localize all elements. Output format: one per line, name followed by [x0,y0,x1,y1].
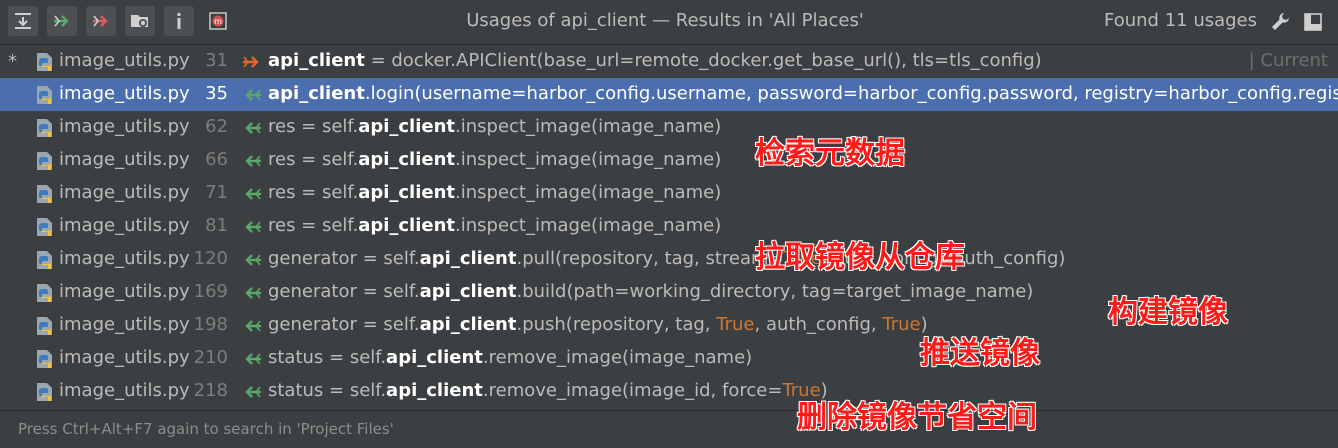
current-label: | Current [1248,50,1328,71]
code-snippet: status = self.api_client.remove_image(im… [268,380,828,401]
python-file-icon [37,119,52,137]
python-file-icon [37,350,52,368]
usage-identifier: api_client [358,116,456,137]
code-snippet: api_client.login(username=harbor_config.… [268,83,1338,104]
usage-count: Found 11 usages [1104,10,1258,31]
read-access-icon [245,353,261,365]
write-access-icon [243,56,259,68]
current-marker: * [8,51,17,72]
group-by-button[interactable] [125,6,155,36]
read-access-icon [245,155,261,167]
usage-identifier: api_client [268,50,365,71]
annotation-retrieve-metadata: 检索元数据 [755,136,905,171]
module-button[interactable]: m [203,6,233,36]
group-by-icon [131,15,148,27]
python-file-icon [37,152,52,170]
annotation-push-image: 推送镜像 [920,336,1040,371]
read-access-icon [245,386,261,398]
python-file-icon [37,53,52,71]
read-access-icon [245,89,261,101]
info-button[interactable] [164,6,194,36]
line-number: 35 [205,83,228,104]
pin-window-icon[interactable] [1302,11,1324,33]
usage-identifier: api_client [268,83,365,104]
read-access-icon [245,188,261,200]
python-file-icon [37,317,52,335]
collapse-all-icon [15,13,31,29]
collapse-all-button[interactable] [8,6,38,36]
code-snippet: generator = self.api_client.build(path=w… [268,281,1034,302]
usage-row[interactable]: image_utils.py 71 res = self.api_client.in… [0,177,1338,210]
navigate-prev-icon [93,15,108,27]
usage-row[interactable]: image_utils.py 210 status = self.api_clien… [0,342,1338,375]
read-access-icon [245,320,261,332]
line-number: 218 [193,380,228,401]
previous-occurrence-button[interactable] [86,6,116,36]
code-snippet: res = self.api_client.inspect_image(imag… [268,116,722,137]
svg-text:m: m [214,17,222,26]
annotation-build-image: 构建镜像 [1108,295,1228,330]
usage-identifier: api_client [386,380,483,401]
code-snippet: status = self.api_client.remove_image(im… [268,347,753,368]
usage-row[interactable]: image_utils.py 218 status = self.api_clien… [0,375,1338,408]
usages-toolbar: m Usages of api_client — Results in 'All… [0,0,1338,45]
line-number: 81 [205,215,228,236]
usage-identifier: api_client [419,281,517,302]
read-access-icon [245,287,261,299]
line-number: 66 [205,149,228,170]
line-number: 169 [193,281,228,302]
wrench-icon[interactable] [1269,11,1291,33]
python-file-icon [37,86,52,104]
status-bar: Press Ctrl+Alt+F7 again to search in 'Pr… [0,410,1338,448]
usage-row[interactable]: image_utils.py 120 generator = self.api_cl… [0,243,1338,276]
usage-row[interactable]: image_utils.py 62 res = self.api_client.in… [0,111,1338,144]
usages-title: Usages of api_client — Results in 'All P… [466,10,864,31]
code-snippet: res = self.api_client.inspect_image(imag… [268,149,722,170]
navigate-next-icon [54,15,69,27]
read-access-icon [245,221,261,233]
usage-row[interactable]: image_utils.py 81 res = self.api_client.in… [0,210,1338,243]
line-number: 62 [205,116,228,137]
usage-identifier: api_client [419,314,517,335]
usage-identifier: api_client [358,149,456,170]
python-file-icon [37,251,52,269]
usage-row[interactable]: image_utils.py 35 api_client.login(usernam… [0,78,1338,111]
read-access-icon [245,254,261,266]
python-file-icon [37,284,52,302]
code-snippet: api_client = docker.APIClient(base_url=r… [268,50,1042,71]
python-file-icon [37,383,52,401]
line-number: 71 [205,182,228,203]
usage-row[interactable]: image_utils.py 66 res = self.api_client.in… [0,144,1338,177]
next-occurrence-button[interactable] [47,6,77,36]
line-number: 198 [193,314,228,335]
usage-identifier: api_client [386,347,483,368]
code-snippet: res = self.api_client.inspect_image(imag… [268,215,722,236]
annotation-pull-image: 拉取镜像从仓库 [755,240,965,275]
info-icon [177,13,181,29]
read-access-icon [245,122,261,134]
line-number: 210 [193,347,228,368]
usage-row[interactable]: * image_utils.py 31 api_client = docker.API… [0,45,1338,78]
line-number: 31 [205,50,228,71]
module-icon: m [209,12,227,30]
python-file-icon [37,185,52,203]
usage-identifier: api_client [419,248,517,269]
code-snippet: generator = self.api_client.push(reposit… [268,314,928,335]
search-hint: Press Ctrl+Alt+F7 again to search in 'Pr… [18,420,394,438]
line-number: 120 [193,248,228,269]
usage-identifier: api_client [358,182,456,203]
usage-identifier: api_client [358,215,456,236]
code-snippet: res = self.api_client.inspect_image(imag… [268,182,722,203]
python-file-icon [37,218,52,236]
annotation-delete-image: 删除镜像节省空间 [797,400,1037,435]
